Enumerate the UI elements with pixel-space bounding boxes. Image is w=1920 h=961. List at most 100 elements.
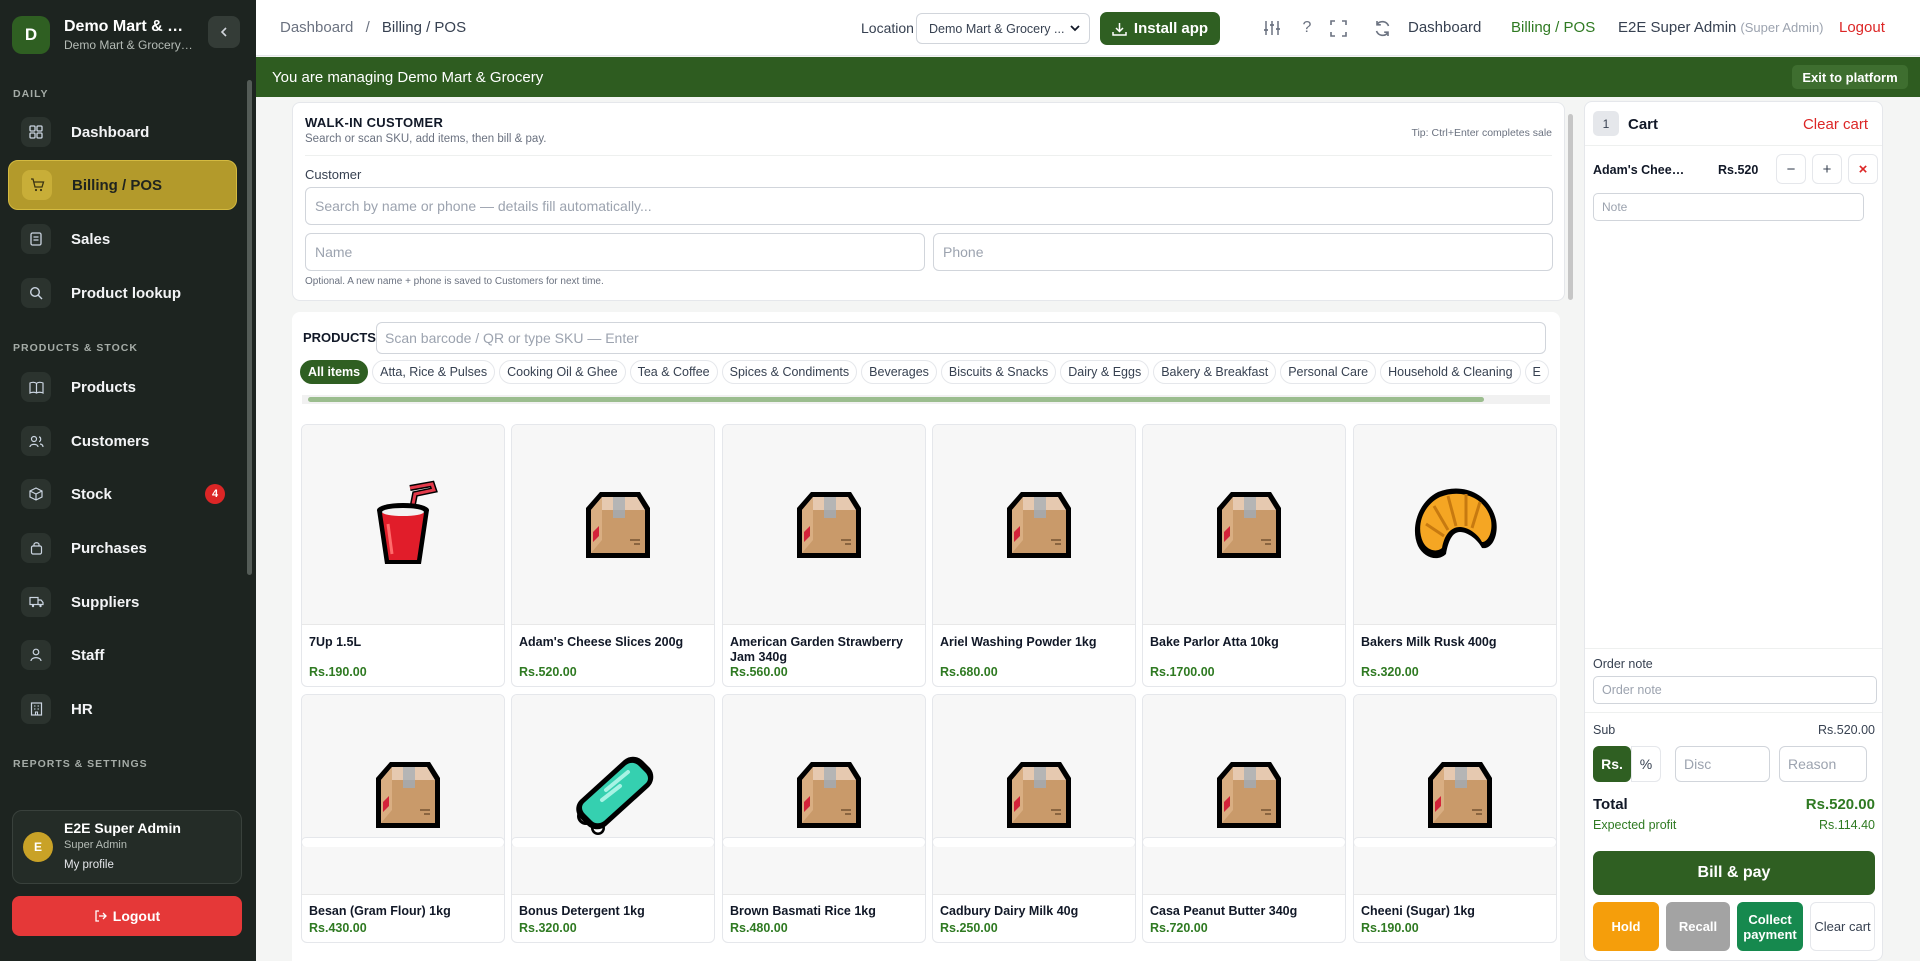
clear-cart-link[interactable]: Clear cart (1803, 116, 1868, 133)
product-card[interactable]: Adam's Cheese Slices 200g Rs.520.00 (511, 424, 715, 687)
category-scrollbar[interactable] (302, 395, 1550, 404)
remove-item-button[interactable]: × (1848, 154, 1878, 184)
product-card[interactable]: Cheeni (Sugar) 1kg Rs.190.00 (1353, 694, 1557, 943)
topbar-link-billing-pos[interactable]: Billing / POS (1511, 19, 1595, 36)
discount-reason-input[interactable]: Reason (1779, 746, 1867, 782)
sidebar-item-product-lookup[interactable]: Product lookup (8, 268, 237, 318)
sidebar-item-products[interactable]: Products (8, 362, 237, 412)
brand-text: Demo Mart & Grocery Demo Mart & Grocery … (64, 18, 194, 52)
category-chip[interactable]: Atta, Rice & Pulses (372, 360, 496, 384)
order-note-input[interactable]: Order note (1593, 676, 1877, 704)
category-chip[interactable]: E (1524, 360, 1549, 384)
product-card[interactable]: Cadbury Dairy Milk 40g Rs.250.00 (932, 694, 1136, 943)
product-card-partial[interactable] (932, 837, 1136, 847)
sidebar-item-stock[interactable]: Stock 4 (8, 469, 237, 519)
package-box-icon (1143, 695, 1345, 895)
product-name: Besan (Gram Flour) 1kg (309, 904, 451, 918)
category-chip[interactable]: Beverages (861, 360, 937, 384)
fullscreen-icon[interactable] (1326, 16, 1350, 40)
collapse-sidebar-button[interactable] (208, 16, 240, 48)
discount-mode-percent-button[interactable]: % (1631, 746, 1661, 782)
sliders-icon[interactable] (1260, 16, 1284, 40)
customer-search-input[interactable]: Search by name or phone — details fill a… (305, 187, 1553, 225)
customer-phone-input[interactable]: Phone (933, 233, 1553, 271)
product-name: Ariel Washing Powder 1kg (940, 635, 1097, 649)
product-card[interactable]: Besan (Gram Flour) 1kg Rs.430.00 (301, 694, 505, 943)
product-card-partial[interactable] (301, 837, 505, 847)
customer-panel-subtitle: Search or scan SKU, add items, then bill… (305, 133, 547, 145)
install-app-button[interactable]: Install app (1100, 12, 1220, 45)
product-card-partial[interactable] (1142, 837, 1346, 847)
product-card[interactable]: Brown Basmati Rice 1kg Rs.480.00 (722, 694, 926, 943)
product-card[interactable]: Bake Parlor Atta 10kg Rs.1700.00 (1142, 424, 1346, 687)
collect-payment-button[interactable]: Collect payment (1737, 902, 1803, 951)
location-select[interactable]: Demo Mart & Grocery ... (916, 13, 1090, 44)
product-card[interactable]: Bonus Detergent 1kg Rs.320.00 (511, 694, 715, 943)
increase-qty-button[interactable]: + (1812, 154, 1842, 184)
product-card[interactable]: Bakers Milk Rusk 400g Rs.320.00 (1353, 424, 1557, 687)
category-chip[interactable]: Personal Care (1280, 360, 1377, 384)
product-card-partial[interactable] (511, 837, 715, 847)
sidebar-scrollbar[interactable] (247, 80, 252, 575)
exit-to-platform-button[interactable]: Exit to platform (1792, 65, 1908, 89)
sidebar-item-hr[interactable]: HR (8, 684, 237, 734)
product-card[interactable]: 7Up 1.5L Rs.190.00 (301, 424, 505, 687)
category-chip[interactable]: Dairy & Eggs (1060, 360, 1150, 384)
topbar-user[interactable]: E2E Super Admin (Super Admin) (1618, 19, 1824, 36)
product-card[interactable]: Ariel Washing Powder 1kg Rs.680.00 (932, 424, 1136, 687)
section-label-daily: DAILY (13, 88, 49, 100)
product-name: Bakers Milk Rusk 400g (1361, 635, 1497, 649)
category-chip[interactable]: Bakery & Breakfast (1153, 360, 1277, 384)
product-card-partial[interactable] (722, 837, 926, 847)
sidebar-item-dashboard[interactable]: Dashboard (8, 107, 237, 157)
sidebar-item-billing-pos[interactable]: Billing / POS (8, 160, 237, 210)
product-price: Rs.190.00 (309, 665, 367, 679)
sidebar-item-sales[interactable]: Sales (8, 214, 237, 264)
croissant-icon (1354, 425, 1556, 625)
main-scrollbar-thumb[interactable] (1568, 114, 1573, 300)
decrease-qty-button[interactable]: − (1776, 154, 1806, 184)
help-icon[interactable]: ? (1295, 16, 1319, 40)
order-note-label: Order note (1593, 657, 1653, 671)
breadcrumb-root[interactable]: Dashboard (280, 19, 353, 36)
clear-cart-button[interactable]: Clear cart (1810, 902, 1875, 951)
category-chip[interactable]: Cooking Oil & Ghee (499, 360, 626, 384)
discount-input[interactable]: Disc (1675, 746, 1770, 782)
topbar-logout-link[interactable]: Logout (1839, 19, 1885, 36)
category-chip[interactable]: Tea & Coffee (629, 360, 718, 384)
main-scrollbar[interactable] (1566, 100, 1575, 961)
brand-subtitle: Demo Mart & Grocery (Demo) (64, 38, 194, 52)
category-chip[interactable]: All items (300, 360, 369, 384)
breadcrumb-current: Billing / POS (381, 19, 467, 36)
product-name: Adam's Cheese Slices 200g (519, 635, 684, 649)
barcode-input[interactable]: Scan barcode / QR or type SKU — Enter (376, 322, 1546, 354)
cart-item-note-input[interactable]: Note (1593, 193, 1864, 221)
recall-button[interactable]: Recall (1666, 902, 1730, 951)
category-chip[interactable]: Spices & Condiments (721, 360, 858, 384)
divider (1585, 712, 1882, 713)
hold-button[interactable]: Hold (1593, 902, 1659, 951)
sidebar-logout-button[interactable]: Logout (12, 896, 242, 936)
my-profile-link[interactable]: My profile (64, 859, 114, 871)
product-card[interactable]: Casa Peanut Butter 340g Rs.720.00 (1142, 694, 1346, 943)
bill-and-pay-button[interactable]: Bill & pay (1593, 851, 1875, 895)
sidebar-item-customers[interactable]: Customers (8, 416, 237, 466)
user-card[interactable]: E E2E Super Admin Super Admin My profile (12, 810, 242, 884)
discount-mode-rs-button[interactable]: Rs. (1593, 746, 1631, 782)
sidebar-item-suppliers[interactable]: Suppliers (8, 577, 237, 627)
sidebar-item-label: Staff (71, 646, 105, 664)
package-box-icon (933, 425, 1135, 625)
sidebar-item-staff[interactable]: Staff (8, 630, 237, 680)
topbar-link-dashboard[interactable]: Dashboard (1408, 19, 1481, 36)
category-chip[interactable]: Biscuits & Snacks (940, 360, 1057, 384)
customer-label: Customer (305, 167, 362, 182)
category-chip[interactable]: Household & Cleaning (1380, 360, 1521, 384)
category-scrollbar-thumb[interactable] (308, 397, 1484, 402)
refresh-icon[interactable] (1370, 16, 1394, 40)
location-select-value: Demo Mart & Grocery ... (929, 21, 1065, 36)
customer-name-input[interactable]: Name (305, 233, 925, 271)
sidebar-item-purchases[interactable]: Purchases (8, 523, 237, 573)
brand-avatar: D (12, 16, 50, 54)
product-card[interactable]: American Garden Strawberry Jam 340g Rs.56… (722, 424, 926, 687)
product-card-partial[interactable] (1353, 837, 1557, 847)
